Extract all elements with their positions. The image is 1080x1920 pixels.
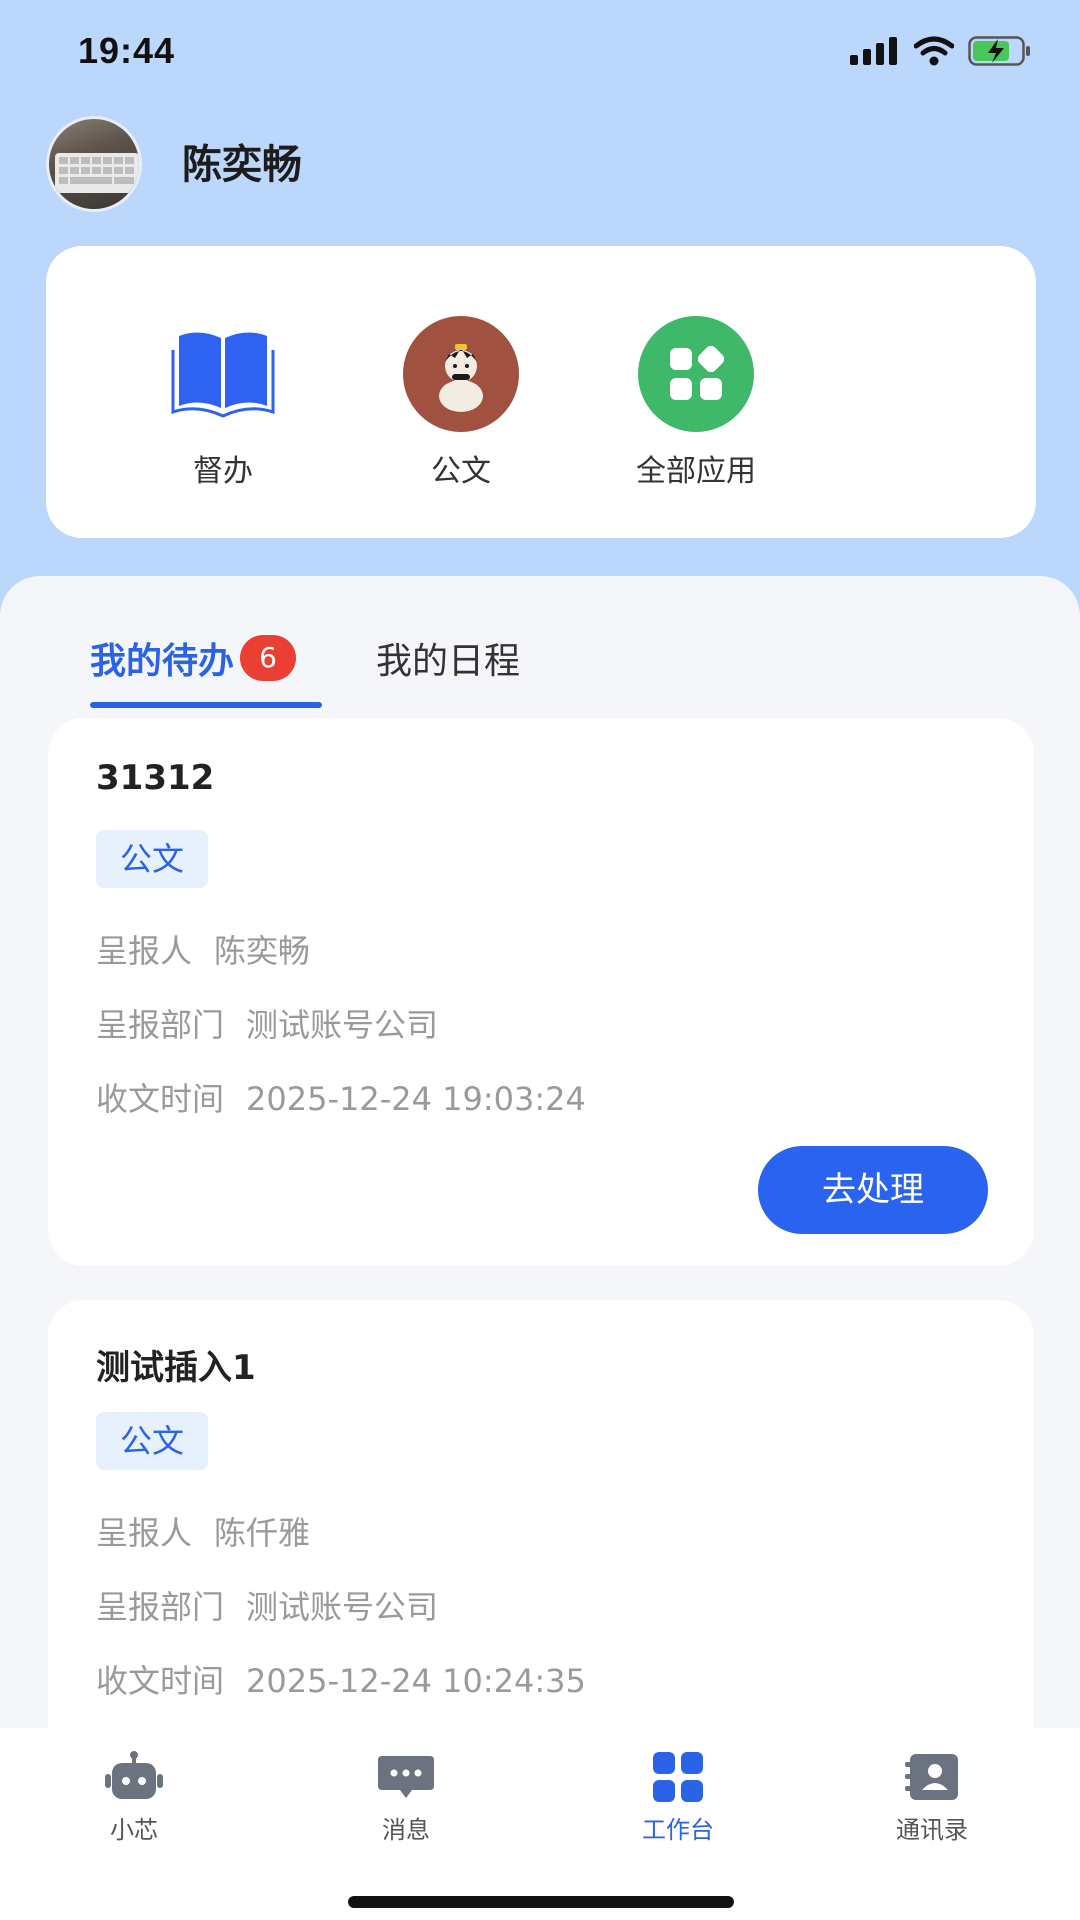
tab-my-schedule[interactable]: 我的日程 <box>376 632 520 684</box>
task-reporter: 呈报人 陈奕畅 <box>96 926 310 972</box>
app-label: 全部应用 <box>636 454 756 489</box>
task-type-tag: 公文 <box>96 1412 209 1470</box>
tab-label: 我的日程 <box>376 641 521 682</box>
task-department: 呈报部门 测试账号公司 <box>96 1000 438 1046</box>
tab-underline <box>90 702 322 708</box>
nav-item-xiaoxin[interactable]: 小芯 <box>54 1750 214 1845</box>
robot-icon <box>104 1750 164 1804</box>
app-supervise[interactable]: 督办 <box>133 316 313 490</box>
time-key: 收文时间 <box>96 1662 225 1700</box>
dept-value: 测试账号公司 <box>246 1588 439 1626</box>
reporter-key: 呈报人 <box>96 1514 193 1552</box>
reporter-key: 呈报人 <box>96 932 193 970</box>
status-bar: 19:44 <box>0 0 1080 100</box>
tab-my-todo[interactable]: 我的待办 6 <box>90 632 322 708</box>
dept-value: 测试账号公司 <box>246 1006 439 1044</box>
time-value: 2025-12-24 19:03:24 <box>246 1080 586 1118</box>
app-all-apps[interactable]: 全部应用 <box>606 316 786 490</box>
home-indicator <box>348 1896 734 1908</box>
main-panel: 我的待办 6 我的日程 31312 公文 呈报人 陈奕畅 呈报部门 测试账号公司 收… <box>0 576 1080 1820</box>
reporter-value: 陈奕畅 <box>214 932 311 970</box>
nav-label: 通讯录 <box>896 1816 968 1844</box>
reporter-value: 陈仟雅 <box>214 1514 311 1552</box>
task-title: 31312 <box>96 758 215 798</box>
task-received-time: 收文时间 2025-12-24 10:24:35 <box>96 1656 586 1702</box>
chat-bubble-icon <box>376 1750 436 1804</box>
status-time: 19:44 <box>78 30 176 71</box>
quick-apps-card: 督办 公文 全部应用 <box>46 246 1036 538</box>
grid-icon <box>648 1750 708 1804</box>
user-name: 陈奕畅 <box>182 142 302 188</box>
task-reporter: 呈报人 陈仟雅 <box>96 1508 310 1554</box>
signal-icon <box>850 37 897 65</box>
nav-item-workbench[interactable]: 工作台 <box>598 1750 758 1845</box>
status-icons <box>850 36 1032 66</box>
task-title: 测试插入1 <box>96 1348 256 1388</box>
nav-label: 消息 <box>382 1816 430 1844</box>
wifi-icon <box>914 36 954 66</box>
process-button[interactable]: 去处理 <box>758 1146 988 1234</box>
tab-bar: 我的待办 6 我的日程 <box>90 632 520 708</box>
contacts-icon <box>902 1750 962 1804</box>
task-type-tag: 公文 <box>96 830 209 888</box>
app-label: 督办 <box>193 454 253 489</box>
battery-charging-icon <box>968 36 1030 66</box>
apps-grid-icon <box>638 316 754 432</box>
bottom-nav: 小芯 消息 工作台 通讯录 <box>0 1728 1080 1920</box>
task-received-time: 收文时间 2025-12-24 19:03:24 <box>96 1074 586 1120</box>
cartoon-avatar-icon <box>403 316 519 432</box>
time-value: 2025-12-24 10:24:35 <box>246 1662 586 1700</box>
nav-label: 工作台 <box>642 1816 714 1844</box>
time-key: 收文时间 <box>96 1080 225 1118</box>
nav-label: 小芯 <box>110 1816 158 1844</box>
nav-item-messages[interactable]: 消息 <box>326 1750 486 1845</box>
avatar[interactable] <box>46 116 142 212</box>
dept-key: 呈报部门 <box>96 1006 225 1044</box>
task-department: 呈报部门 测试账号公司 <box>96 1582 438 1628</box>
task-card[interactable]: 31312 公文 呈报人 陈奕畅 呈报部门 测试账号公司 收文时间 2025-12-2… <box>48 718 1034 1266</box>
tab-label: 我的待办 <box>90 641 235 682</box>
todo-count-badge: 6 <box>240 635 297 681</box>
book-icon <box>165 316 281 432</box>
app-label: 公文 <box>431 454 491 489</box>
dept-key: 呈报部门 <box>96 1588 225 1626</box>
app-document[interactable]: 公文 <box>371 316 551 490</box>
nav-item-contacts[interactable]: 通讯录 <box>852 1750 1012 1845</box>
